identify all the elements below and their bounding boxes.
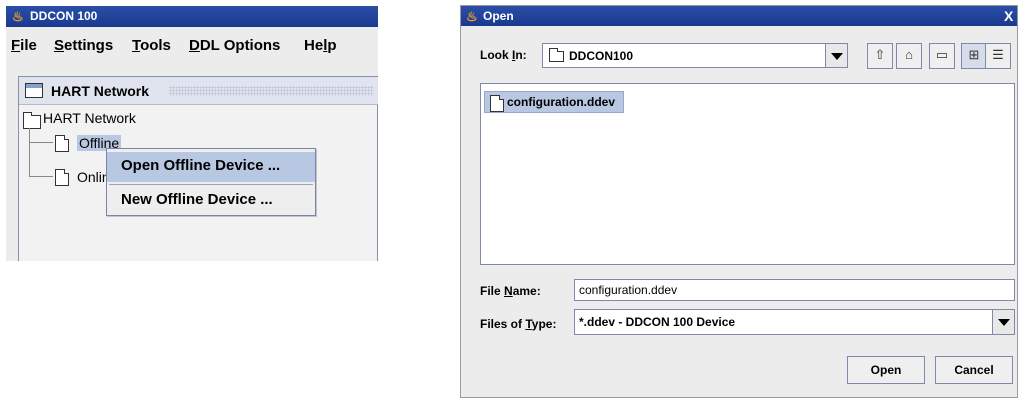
list-view-icon[interactable]: ⊞	[961, 43, 987, 69]
file-icon	[490, 95, 504, 112]
internal-frame-titlebar[interactable]: HART Network	[19, 77, 378, 105]
menu-settings[interactable]: Settings	[54, 37, 113, 54]
folder-icon	[549, 48, 564, 62]
java-cup-icon: ♨	[466, 9, 478, 24]
file-name-field[interactable]: configuration.ddev	[574, 279, 1015, 301]
look-in-combo[interactable]: DDCON100	[542, 43, 848, 68]
menu-bar: File Settings Tools DDL Options Help	[6, 34, 378, 56]
dialog-titlebar[interactable]: ♨ Open X	[461, 6, 1017, 26]
open-button[interactable]: Open	[847, 356, 925, 384]
chevron-down-icon[interactable]	[825, 44, 847, 67]
menu-tools[interactable]: Tools	[132, 37, 171, 54]
frame-icon	[25, 83, 43, 98]
open-dialog: ♨ Open X Look In: DDCON100 ⇧ ⌂ ▭ ⊞ ☰ con…	[460, 5, 1018, 398]
details-view-icon[interactable]: ☰	[985, 43, 1011, 69]
file-icon	[55, 169, 69, 186]
menu-ddl-options[interactable]: DDL Options	[189, 37, 280, 54]
context-menu: Open Offline Device ... New Offline Devi…	[106, 148, 316, 216]
files-of-type-combo[interactable]: *.ddev - DDCON 100 Device	[574, 309, 1015, 335]
main-window-titlebar[interactable]: ♨ DDCON 100	[6, 6, 378, 27]
new-folder-icon[interactable]: ▭	[929, 43, 955, 69]
main-window-title: DDCON 100	[30, 9, 98, 23]
files-of-type-label: Files of Type:	[480, 317, 557, 331]
internal-frame-title: HART Network	[51, 83, 150, 99]
up-folder-icon[interactable]: ⇧	[867, 43, 893, 69]
menu-item-new-offline-device[interactable]: New Offline Device ...	[107, 186, 315, 216]
file-list-item[interactable]: configuration.ddev	[484, 91, 624, 113]
folder-icon	[23, 112, 41, 129]
dialog-title: Open	[483, 9, 514, 23]
menu-file[interactable]: File	[11, 37, 37, 54]
menu-help[interactable]: Help	[304, 37, 337, 54]
close-icon[interactable]: X	[1004, 8, 1013, 24]
home-icon[interactable]: ⌂	[896, 43, 922, 69]
tree-connector	[29, 128, 30, 176]
cancel-button[interactable]: Cancel	[935, 356, 1013, 384]
tree-connector	[29, 176, 53, 177]
tree-root-label: HART Network	[43, 110, 136, 126]
menu-item-open-offline-device[interactable]: Open Offline Device ...	[107, 152, 315, 182]
file-name-label: File Name:	[480, 284, 541, 298]
chevron-down-icon[interactable]	[992, 310, 1014, 334]
files-of-type-value: *.ddev - DDCON 100 Device	[579, 315, 736, 329]
menu-separator	[109, 184, 313, 185]
file-icon	[55, 135, 69, 152]
look-in-value: DDCON100	[569, 49, 634, 63]
ddcon-main-window: ♨ DDCON 100 File Settings Tools DDL Opti…	[6, 6, 378, 261]
look-in-label: Look In:	[480, 48, 527, 62]
tree-connector	[29, 142, 53, 143]
titlebar-texture	[169, 86, 374, 96]
file-list[interactable]: configuration.ddev	[480, 83, 1015, 265]
file-list-item-name: configuration.ddev	[507, 95, 615, 109]
java-cup-icon: ♨	[12, 9, 24, 24]
